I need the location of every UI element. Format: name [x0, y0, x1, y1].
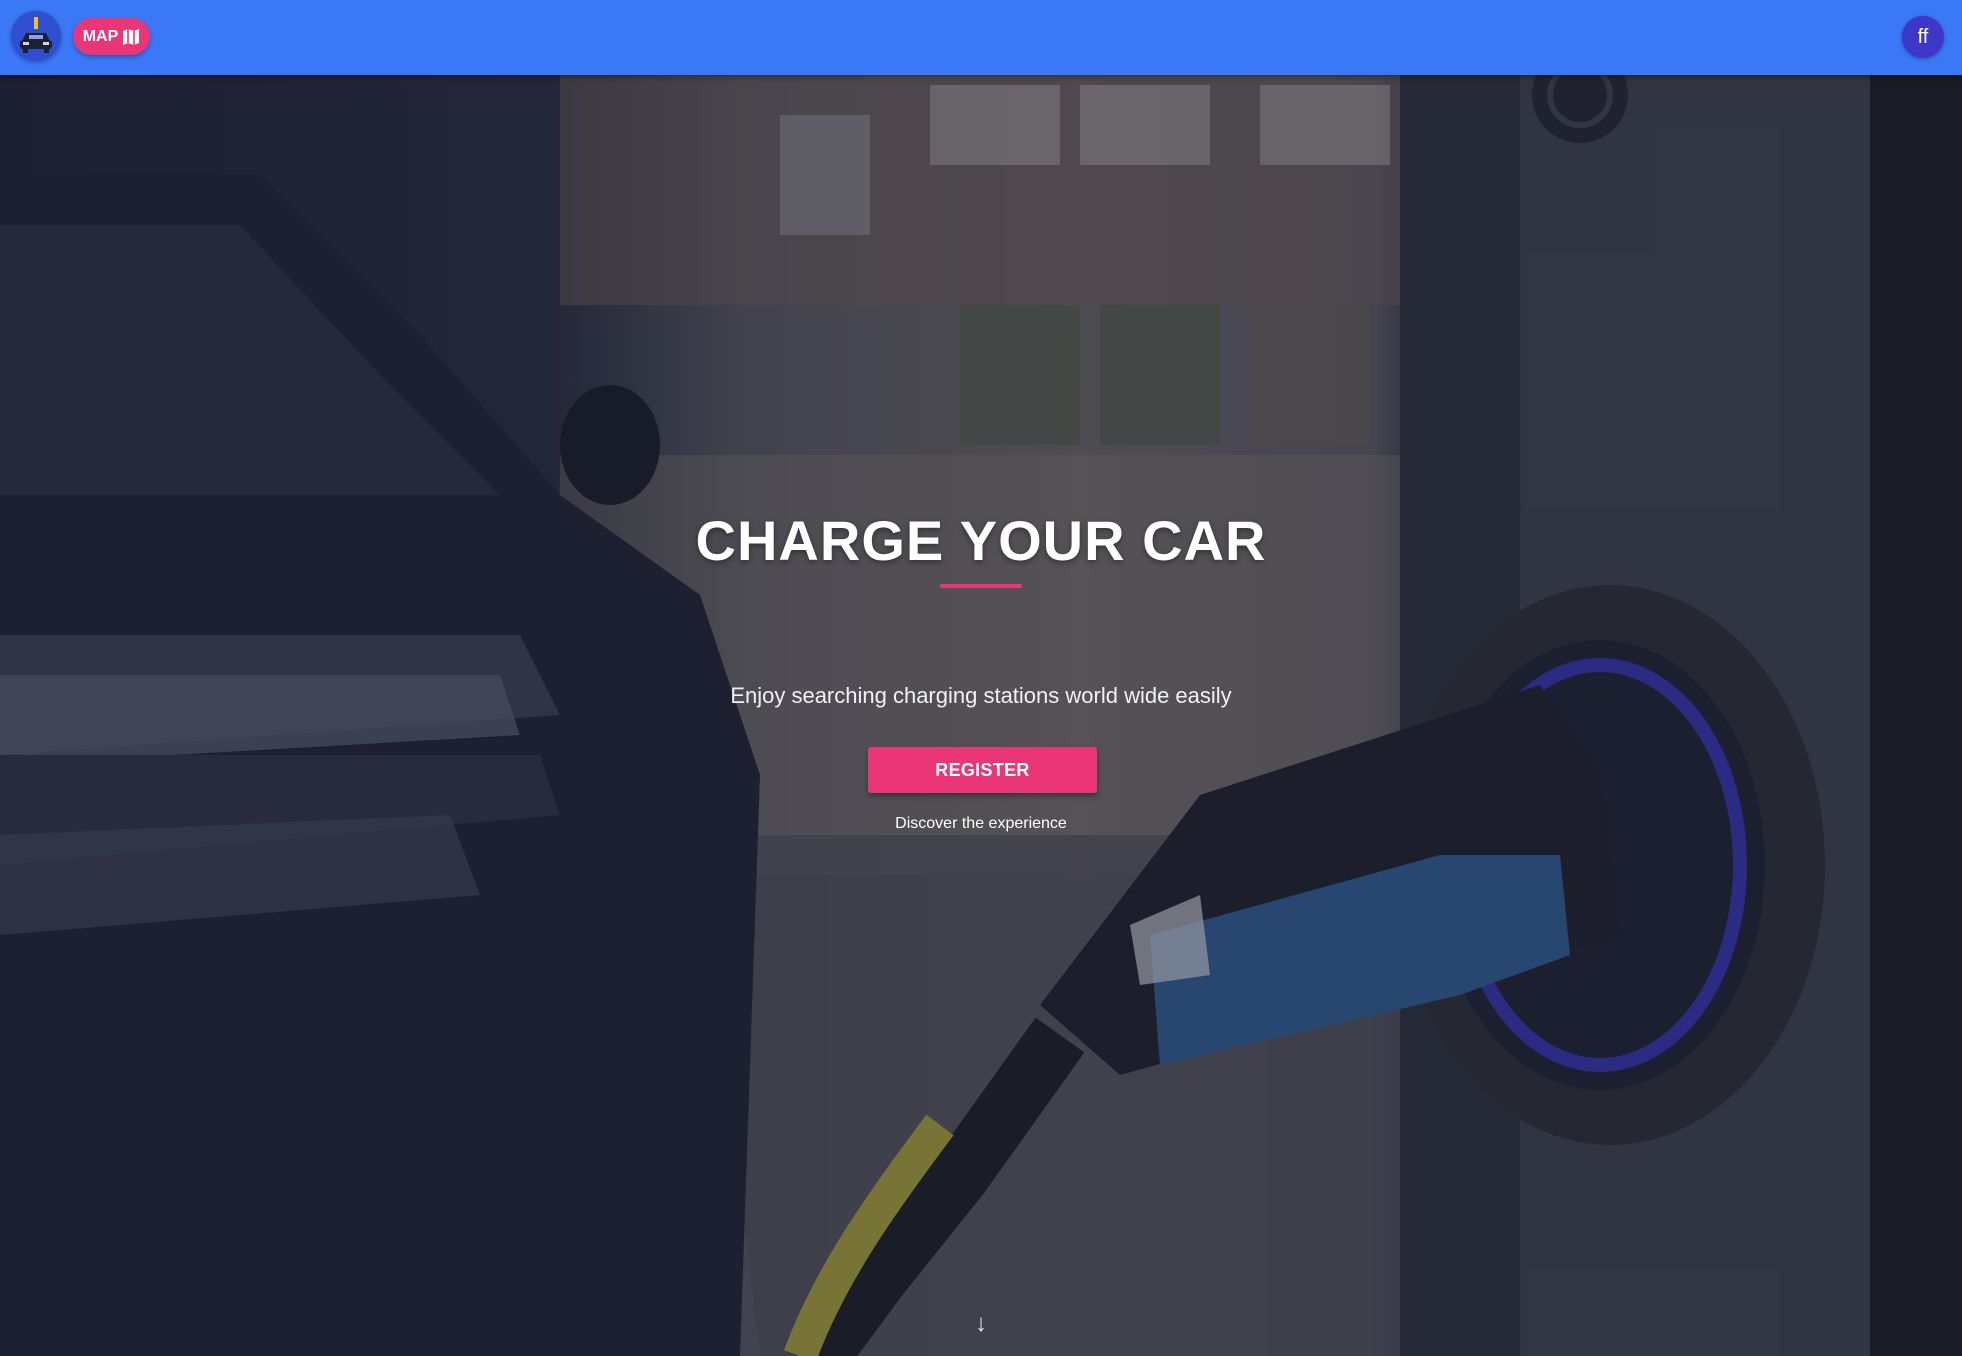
map-icon — [123, 28, 140, 45]
top-app-bar: MAP ff — [0, 0, 1962, 75]
discover-text: Discover the experience — [895, 815, 1067, 832]
register-button[interactable]: REGISTER — [868, 747, 1097, 793]
hero-title: CHARGE YOUR CAR — [695, 509, 1267, 572]
hero-subtitle: Enjoy searching charging stations world … — [730, 683, 1232, 708]
map-button[interactable]: MAP — [73, 18, 150, 55]
car-charging-logo-icon[interactable] — [11, 11, 61, 61]
avatar-initials: ff — [1917, 25, 1929, 48]
hero-dark-overlay — [0, 75, 1962, 1356]
arrow-down-icon[interactable]: ↓ — [961, 1310, 1001, 1338]
map-button-label: MAP — [82, 27, 119, 45]
user-avatar[interactable]: ff — [1902, 16, 1944, 58]
hero-background-image — [0, 75, 1962, 1356]
title-divider — [940, 584, 1022, 588]
